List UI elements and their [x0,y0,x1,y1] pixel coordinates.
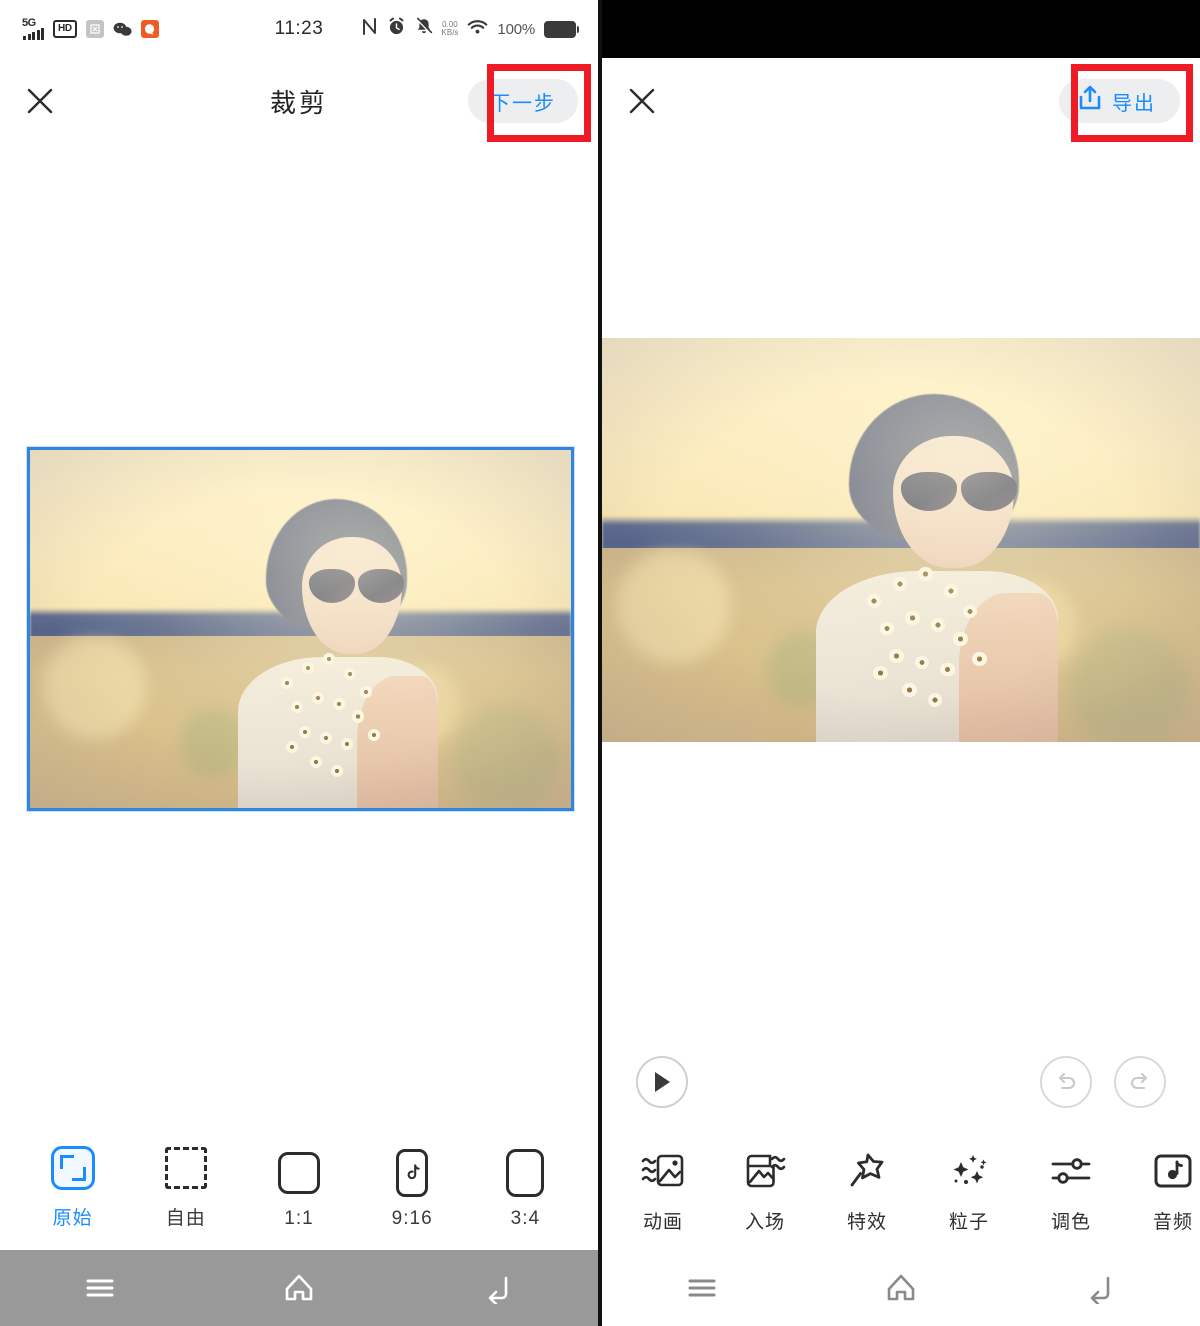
tool-label: 调色 [1050,1212,1091,1233]
history-controls [1040,1056,1166,1108]
back-icon[interactable] [463,1263,533,1313]
photo-flowers [270,638,402,789]
tiktok-ratio-icon [389,1149,435,1197]
menu-icon[interactable] [667,1263,737,1313]
ratio-label: 1:1 [284,1208,314,1229]
tool-item-effects[interactable]: 特效 [842,1147,892,1234]
android-nav-bar [0,1250,598,1326]
crop-preview-photo [30,450,571,808]
battery-full-icon [544,20,579,38]
ratio-option-free[interactable]: 自由 [141,1145,231,1230]
free-crop-icon [163,1145,209,1191]
status-bar: 5G HD 11:23 0.00 KB/s 100% [0,0,598,58]
editor-preview-photo[interactable] [602,338,1200,742]
close-icon[interactable] [20,81,60,121]
tool-label: 音频 [1152,1212,1193,1233]
square-ratio-icon [276,1150,322,1196]
tool-item-entrance[interactable]: 入场 [740,1147,790,1234]
next-step-button[interactable]: 下一步 [468,79,578,123]
undo-icon[interactable] [1040,1056,1092,1108]
export-label: 导出 [1112,92,1156,115]
left-phone-screen: 5G HD 11:23 0.00 KB/s 100% 裁剪 下一步 原始 自由 … [0,0,598,1326]
tool-label: 特效 [846,1212,887,1233]
tool-label: 粒子 [948,1212,989,1233]
ratio-option-1-1[interactable]: 1:1 [254,1150,344,1230]
magic-effects-icon [842,1147,892,1195]
right-phone-screen: 导出 动画 入场 特效 粒子 调色 音频 [602,0,1200,1326]
playback-controls [602,1056,1200,1108]
ratio-label: 自由 [165,1208,206,1229]
crop-frame[interactable] [27,447,574,811]
ratio-label: 3:4 [510,1208,541,1229]
home-icon[interactable] [264,1263,334,1313]
ratio-option-original[interactable]: 原始 [28,1145,118,1230]
status-bar-black [602,0,1200,58]
color-adjust-icon [1046,1147,1096,1195]
play-icon[interactable] [636,1056,688,1108]
aspect-ratio-bar: 原始 自由 1:1 9:16 3:4 [0,1145,598,1250]
editor-header: 导出 [602,58,1200,144]
tool-item-animation[interactable]: 动画 [638,1147,688,1234]
original-frame-icon [50,1145,96,1191]
tool-label: 入场 [744,1212,785,1233]
tool-item-audio[interactable]: 音频 [1148,1147,1198,1234]
status-bar-clock: 11:23 [274,18,324,39]
ratio-option-9-16[interactable]: 9:16 [367,1149,457,1230]
share-export-icon [1077,84,1103,118]
ratio-label: 9:16 [391,1208,433,1229]
back-icon[interactable] [1065,1263,1135,1313]
portrait-ratio-icon [502,1149,548,1197]
ratio-option-3-4[interactable]: 3:4 [480,1149,570,1230]
photo-subject [225,493,452,808]
menu-icon[interactable] [65,1263,135,1313]
crop-header: 裁剪 下一步 [0,58,598,144]
particles-icon [944,1147,994,1195]
photo-flowers [854,550,1014,721]
tool-item-particles[interactable]: 粒子 [944,1147,994,1234]
close-icon[interactable] [622,81,662,121]
home-icon[interactable] [866,1263,936,1313]
export-button[interactable]: 导出 [1059,79,1180,123]
editor-tool-strip: 动画 入场 特效 粒子 调色 音频 [602,1147,1200,1250]
audio-icon [1148,1147,1198,1195]
status-bar-clock-wrapper: 11:23 [0,18,598,40]
photo-subject [799,386,1074,742]
redo-icon[interactable] [1114,1056,1166,1108]
android-nav-bar [602,1250,1200,1326]
ratio-label: 原始 [52,1208,93,1229]
entrance-icon [740,1147,790,1195]
tool-item-color-adjust[interactable]: 调色 [1046,1147,1096,1234]
tool-label: 动画 [642,1212,683,1233]
animation-icon [638,1147,688,1195]
dual-screenshot-comparison: 5G HD 11:23 0.00 KB/s 100% 裁剪 下一步 原始 自由 … [0,0,1200,1326]
